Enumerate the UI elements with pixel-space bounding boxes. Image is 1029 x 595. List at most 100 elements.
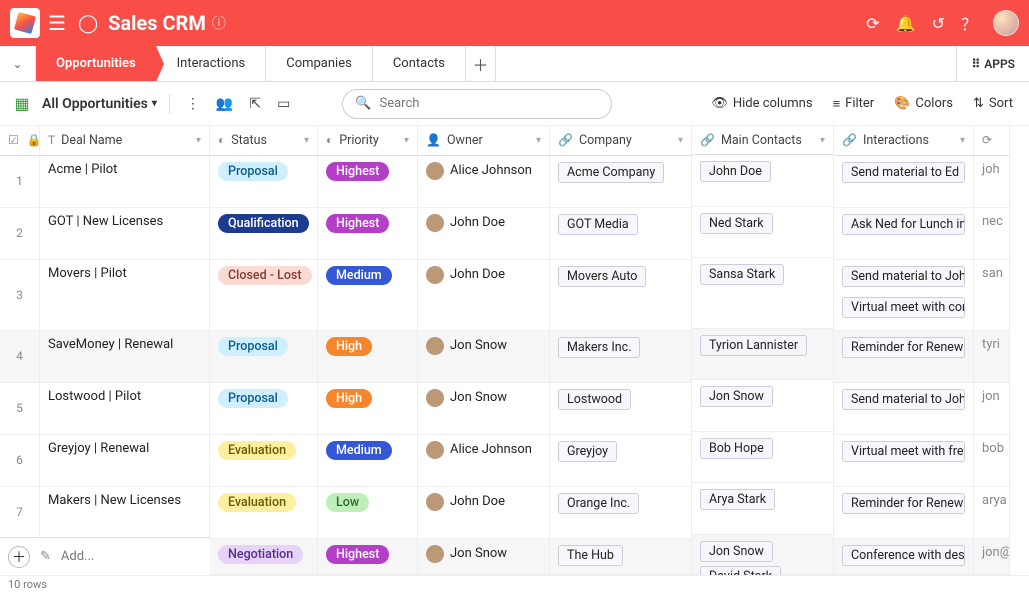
cell[interactable]: Movers | Pilot [40, 260, 210, 331]
status-pill[interactable]: Evaluation [218, 441, 296, 460]
cell[interactable]: GOT Media [550, 208, 692, 260]
cell[interactable]: Highest [318, 156, 418, 208]
sync-icon[interactable]: ⟳ [866, 14, 879, 33]
chevron-down-icon[interactable]: ▾ [304, 135, 309, 146]
interaction-chip[interactable]: Reminder for Renewal [842, 337, 965, 358]
cell[interactable]: Qualification [210, 208, 318, 260]
chevron-down-icon[interactable]: ▾ [536, 135, 541, 146]
cell[interactable]: Evaluation [210, 487, 318, 539]
contact-chip[interactable]: Bob Hope [700, 438, 773, 459]
cell[interactable]: Jon Snow [692, 380, 834, 432]
column-deal-name[interactable]: TDeal Name▾ [40, 126, 210, 156]
bell-icon[interactable]: 🔔 [896, 14, 916, 33]
cell[interactable]: Makers Inc. [550, 331, 692, 383]
column-priority[interactable]: ◐Priority▾ [318, 126, 418, 156]
cell[interactable]: Evaluation [210, 435, 318, 487]
app-logo[interactable] [10, 8, 40, 38]
cell[interactable]: Send material to JohnVirtual meet with c… [834, 260, 974, 331]
row-number-header[interactable]: ☑🔒 [0, 126, 40, 156]
cell[interactable]: 4 [0, 331, 40, 383]
cell[interactable]: Highest [318, 208, 418, 260]
priority-pill[interactable]: High [326, 337, 372, 356]
tab-opportunities[interactable]: Opportunities [36, 46, 157, 81]
cell[interactable]: Tyrion Lannister [692, 329, 834, 381]
chevron-down-icon[interactable]: ▾ [678, 135, 683, 146]
company-chip[interactable]: Acme Company [558, 162, 664, 183]
company-chip[interactable]: Orange Inc. [558, 493, 639, 514]
company-chip[interactable]: Lostwood [558, 389, 631, 410]
column-interactions[interactable]: 🔗Interactions▾ [834, 126, 974, 156]
priority-pill[interactable]: Medium [326, 266, 392, 285]
cell[interactable]: Proposal [210, 156, 318, 208]
cell[interactable]: Ask Ned for Lunch in... [834, 208, 974, 260]
status-pill[interactable]: Proposal [218, 389, 288, 408]
priority-pill[interactable]: Low [326, 493, 369, 512]
owner-chip[interactable]: Jon Snow [426, 337, 507, 355]
cell[interactable]: Lostwood | Pilot [40, 383, 210, 435]
cell[interactable]: Closed - Lost [210, 260, 318, 331]
company-chip[interactable]: Makers Inc. [558, 337, 640, 358]
colors-button[interactable]: 🎨Colors [888, 96, 959, 111]
cell[interactable]: Medium [318, 435, 418, 487]
add-row-button[interactable]: ＋ [8, 546, 30, 568]
cell[interactable]: Proposal [210, 383, 318, 435]
share-users-icon[interactable]: 👥 [212, 96, 237, 112]
priority-pill[interactable]: Highest [326, 545, 389, 564]
column-refresh[interactable]: ⟳ [974, 126, 1010, 156]
menu-icon[interactable]: ☰ [48, 11, 66, 35]
interaction-chip[interactable]: Send material to John [842, 389, 965, 410]
cell[interactable]: 5 [0, 383, 40, 435]
contact-chip[interactable]: Ned Stark [700, 213, 773, 234]
company-chip[interactable]: Greyjoy [558, 441, 617, 462]
export-icon[interactable]: ⇱ [245, 96, 265, 112]
cell[interactable]: Reminder for Renewal [834, 331, 974, 383]
cell[interactable]: Acme | Pilot [40, 156, 210, 208]
refresh-icon[interactable]: ⟳ [982, 133, 992, 147]
cell[interactable]: Negotiation [210, 539, 318, 575]
cell[interactable]: san [974, 260, 1010, 331]
chevron-down-icon[interactable]: ▾ [960, 135, 965, 146]
column-contacts[interactable]: 🔗Main Contacts▾ [692, 126, 834, 155]
cell[interactable]: Orange Inc. [550, 487, 692, 539]
chevron-down-icon[interactable]: ▾ [820, 135, 825, 146]
contact-chip[interactable]: Sansa Stark [700, 264, 784, 285]
tab-companies[interactable]: Companies [266, 46, 373, 81]
status-pill[interactable]: Qualification [218, 214, 309, 233]
cell[interactable]: tyri [974, 331, 1010, 383]
cell[interactable]: Send material to John [834, 383, 974, 435]
cell[interactable]: Alice Johnson [418, 156, 550, 208]
column-owner[interactable]: 👤Owner▾ [418, 126, 550, 156]
company-chip[interactable]: The Hub [558, 545, 623, 566]
cell[interactable]: Send material to Ed [834, 156, 974, 208]
grid-view-icon[interactable]: ▦ [10, 92, 34, 116]
contact-chip[interactable]: Jon Snow [700, 541, 773, 562]
cell[interactable]: Movers Auto [550, 260, 692, 331]
cell[interactable]: Low [318, 487, 418, 539]
cell[interactable]: 7 [0, 487, 40, 539]
cell[interactable]: High [318, 331, 418, 383]
interaction-chip[interactable]: Reminder for Renewal [842, 493, 965, 514]
contact-chip[interactable]: John Doe [700, 161, 771, 182]
sort-button[interactable]: ⇅Sort [967, 96, 1019, 111]
priority-pill[interactable]: Medium [326, 441, 392, 460]
cell[interactable]: jon@ [974, 539, 1010, 575]
priority-pill[interactable]: High [326, 389, 372, 408]
cell[interactable]: Jon Snow [418, 383, 550, 435]
cell[interactable]: 1 [0, 156, 40, 208]
info-icon[interactable]: ⓘ [212, 13, 226, 33]
tabs-collapse-icon[interactable]: ⌄ [0, 46, 36, 81]
cell[interactable]: SaveMoney | Renewal [40, 331, 210, 383]
cell[interactable]: John Doe [692, 155, 834, 207]
interaction-chip[interactable]: Send material to John [842, 266, 965, 287]
column-company[interactable]: 🔗Company▾ [550, 126, 692, 156]
cell[interactable]: nec [974, 208, 1010, 260]
layout-icon[interactable]: ▭ [273, 96, 294, 112]
cell[interactable]: Sansa Stark [692, 258, 834, 328]
interaction-chip[interactable]: Conference with desi... [842, 545, 965, 566]
user-avatar[interactable] [993, 10, 1019, 36]
owner-chip[interactable]: Alice Johnson [426, 162, 532, 180]
cell[interactable]: Jon Snow [418, 539, 550, 575]
cell[interactable]: Jon SnowDavid Stark [692, 535, 834, 575]
cell[interactable]: Proposal [210, 331, 318, 383]
cell[interactable]: Makers | New Licenses [40, 487, 210, 539]
